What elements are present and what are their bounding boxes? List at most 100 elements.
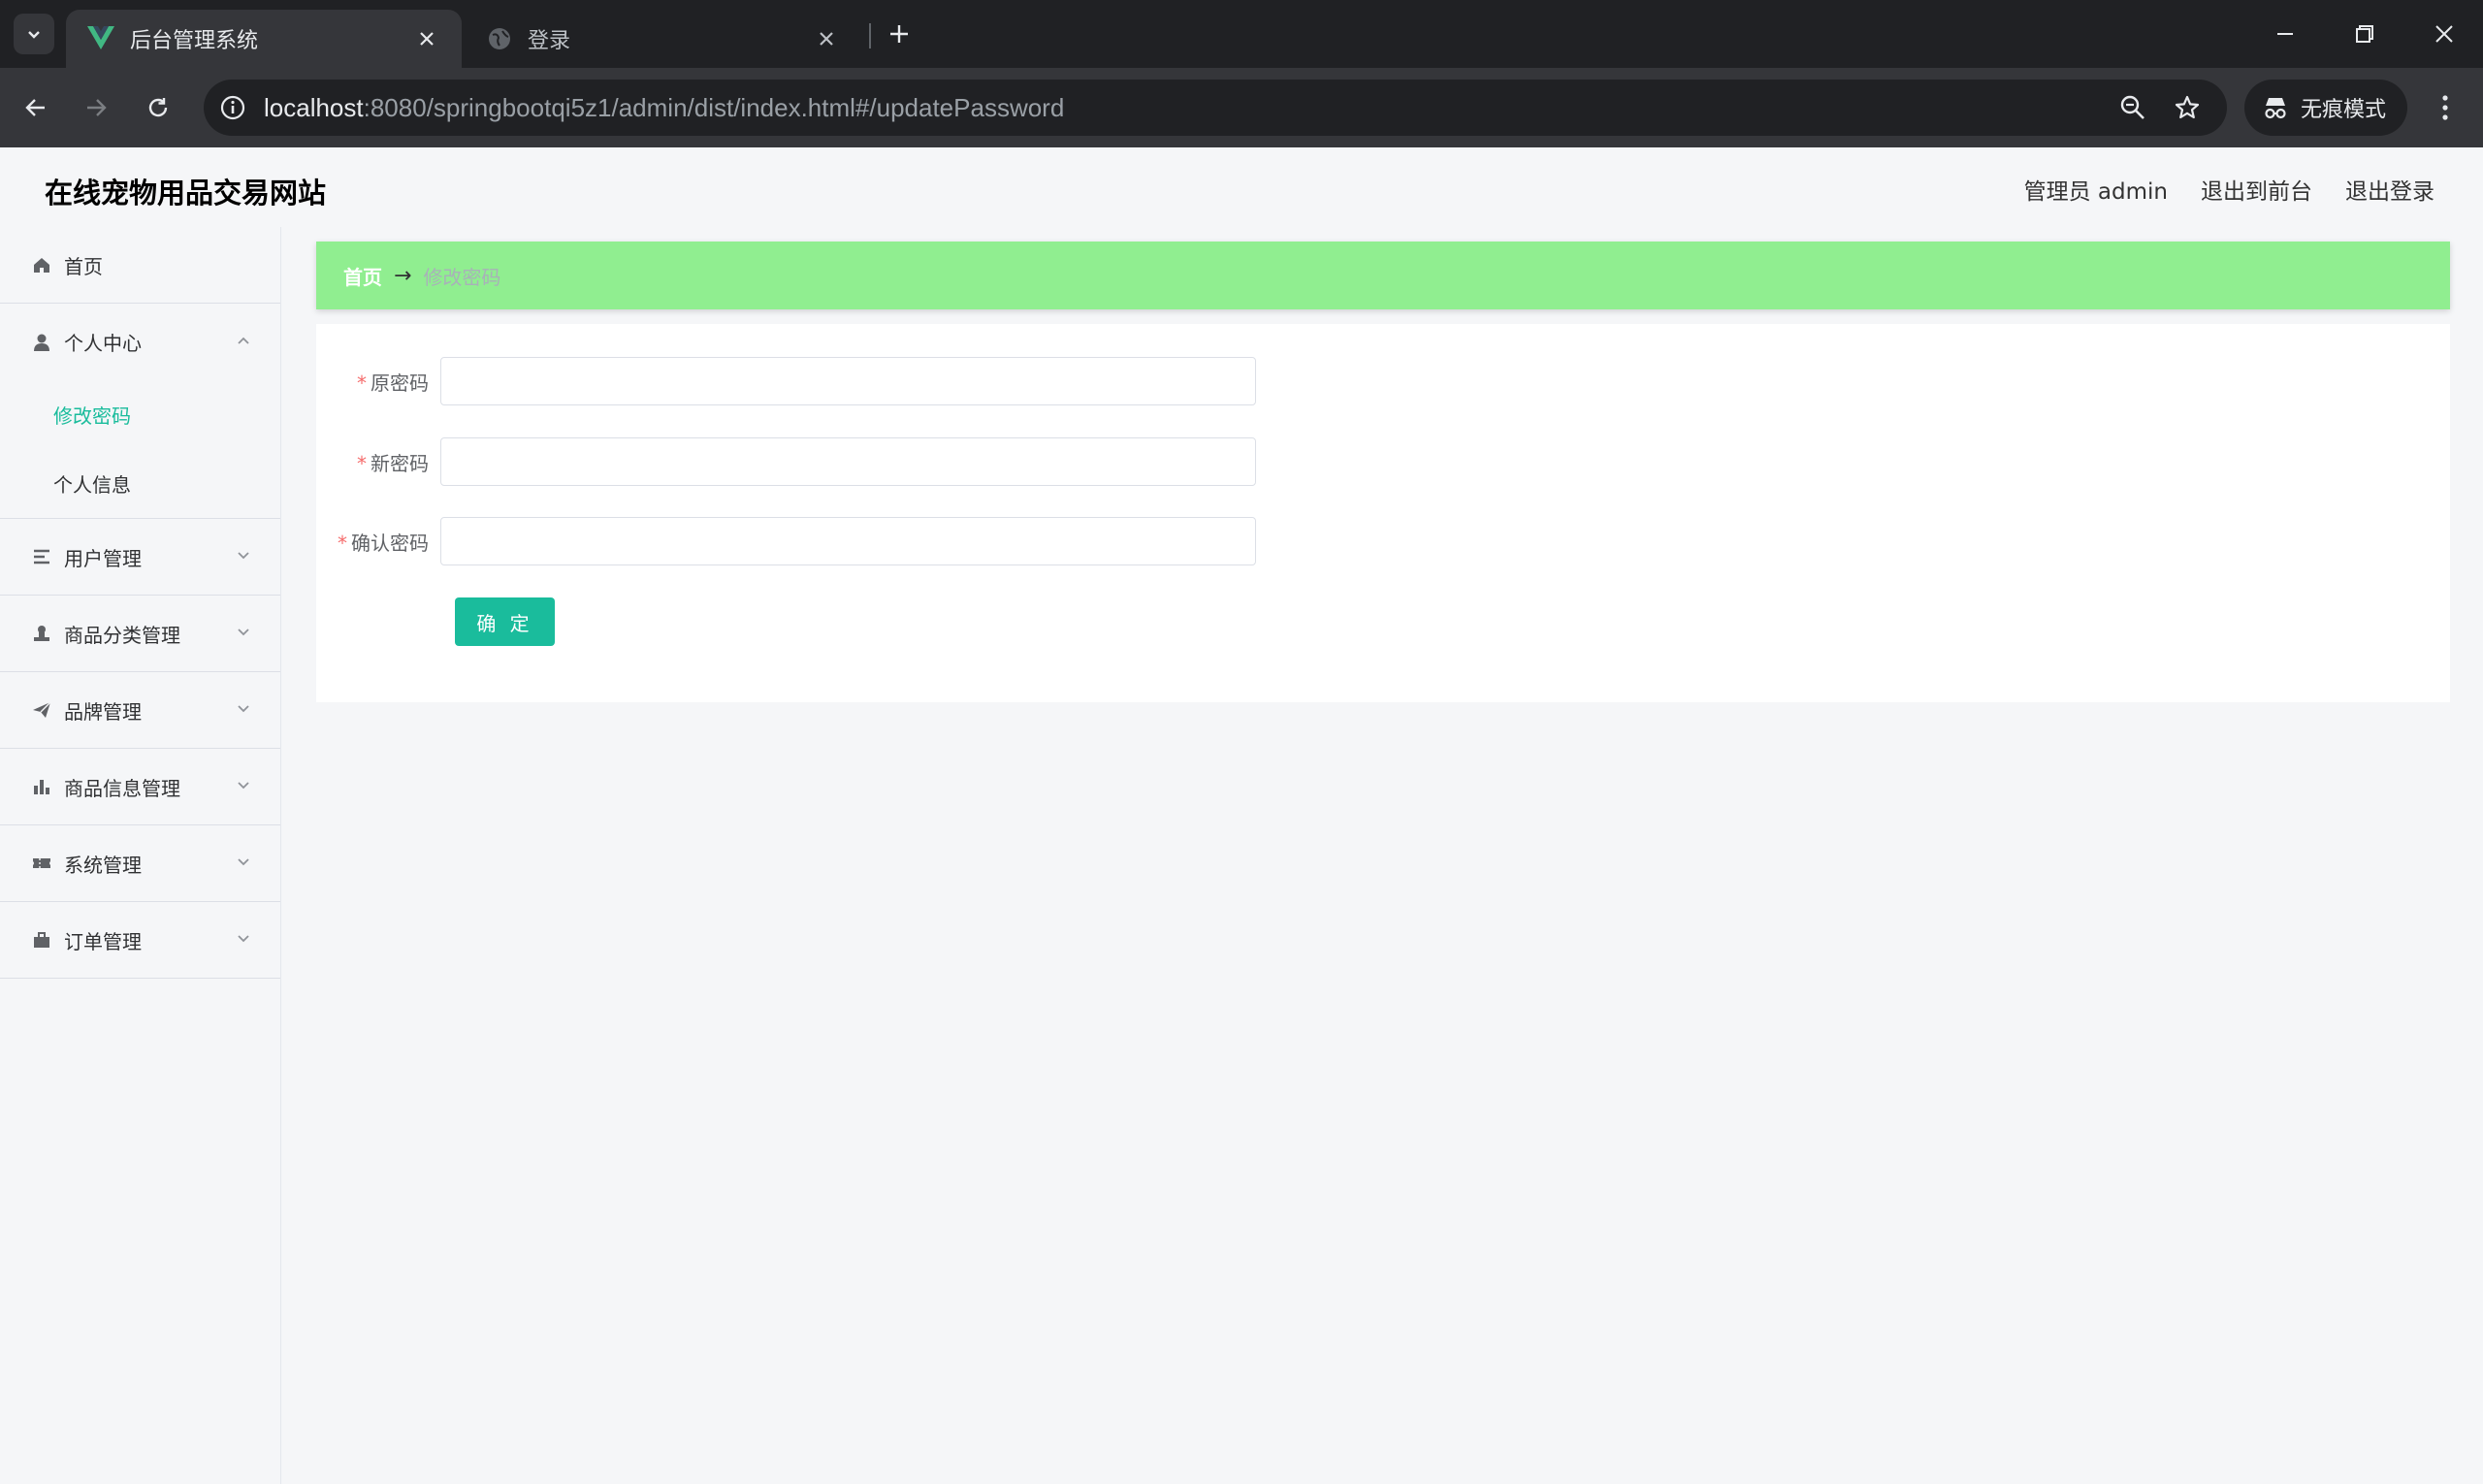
admin-user-label: 管理员 admin <box>2023 179 2168 205</box>
required-mark: * <box>357 451 367 475</box>
minimize-icon <box>2277 33 2293 35</box>
chevron-down-icon <box>238 705 249 713</box>
confirm-password-input[interactable] <box>440 517 1256 565</box>
sidebar-item-home[interactable]: 首页 <box>0 227 280 304</box>
label-text: 新密码 <box>371 451 429 475</box>
page: 在线宠物用品交易网站 管理员 admin 退出到前台 退出登录 首页 个人中心 … <box>0 147 2483 1484</box>
tab-title: 登录 <box>528 29 571 53</box>
old-password-input[interactable] <box>440 357 1256 405</box>
sidebar-menu: 首页 个人中心 修改密码 个人信息 用户管理 商品分类管理 品牌管理 商品信息管… <box>0 227 281 1484</box>
restore-icon <box>2356 25 2373 43</box>
sidebar-item-label: 用户管理 <box>64 546 142 570</box>
address-bar[interactable]: localhost:8080/springbootqi5z1/admin/dis… <box>204 80 2227 136</box>
sidebar-item-system-management[interactable]: 系统管理 <box>0 825 280 902</box>
chevron-down-icon <box>28 31 40 39</box>
chevron-down-icon <box>238 782 249 790</box>
close-window-button[interactable] <box>2415 10 2473 58</box>
chevron-up-icon <box>238 337 249 344</box>
required-mark: * <box>338 531 347 555</box>
plus-icon <box>890 25 908 43</box>
new-password-input[interactable] <box>440 437 1256 486</box>
breadcrumb-current: 修改密码 <box>423 265 501 289</box>
bar-chart-icon <box>31 776 52 797</box>
label-text: 确认密码 <box>351 531 429 555</box>
list-icon <box>31 546 52 567</box>
vue-logo-icon <box>87 26 114 49</box>
new-password-label: * 新密码 <box>316 448 440 476</box>
incognito-indicator[interactable]: 无痕模式 <box>2244 80 2407 136</box>
sidebar-item-change-password[interactable]: 修改密码 <box>0 380 280 449</box>
sidebar-item-label: 品牌管理 <box>64 699 142 724</box>
sidebar-item-label: 订单管理 <box>64 929 142 953</box>
bookmark-star-icon[interactable] <box>2171 91 2204 124</box>
change-password-form: * 原密码 * 新密码 * 确认密码 确 定 <box>316 324 2450 702</box>
label-text: 原密码 <box>371 371 429 395</box>
tab-separator <box>869 23 871 48</box>
tab-admin[interactable]: 后台管理系统 <box>66 10 462 68</box>
reload-button[interactable] <box>138 87 178 128</box>
new-tab-button[interactable] <box>881 16 918 52</box>
reload-icon <box>148 98 168 117</box>
sidebar-item-label: 首页 <box>64 254 103 278</box>
chevron-down-icon <box>238 629 249 636</box>
exit-to-front-link[interactable]: 退出到前台 <box>2201 173 2312 206</box>
incognito-label: 无痕模式 <box>2301 98 2387 122</box>
sidebar-item-product-management[interactable]: 商品信息管理 <box>0 749 280 825</box>
logout-link[interactable]: 退出登录 <box>2345 173 2435 206</box>
tab-title: 后台管理系统 <box>130 29 259 53</box>
briefcase-icon <box>31 929 52 951</box>
sidebar-item-personal-center[interactable]: 个人中心 <box>0 304 280 380</box>
incognito-icon <box>2265 98 2286 119</box>
url-path: :8080/springbootqi5z1/admin/dist/index.h… <box>363 92 1065 122</box>
sidebar-item-label: 个人中心 <box>64 332 142 355</box>
globe-icon <box>489 28 510 49</box>
paper-plane-icon <box>31 699 52 721</box>
required-mark: * <box>357 371 367 395</box>
old-password-row: * 原密码 <box>316 357 1286 405</box>
close-tab-icon[interactable] <box>413 25 440 52</box>
personal-center-submenu: 修改密码 个人信息 <box>0 380 280 519</box>
header-actions: 管理员 admin 退出到前台 退出登录 <box>2024 173 2435 206</box>
ticket-icon <box>31 853 52 874</box>
user-icon <box>31 332 52 353</box>
sidebar-item-label: 商品分类管理 <box>64 623 180 647</box>
sidebar-item-brand-management[interactable]: 品牌管理 <box>0 672 280 749</box>
site-title: 在线宠物用品交易网站 <box>45 177 327 210</box>
confirm-password-label: * 确认密码 <box>316 528 440 556</box>
new-password-row: * 新密码 <box>316 437 1286 486</box>
site-info-icon[interactable] <box>217 92 248 123</box>
sidebar-item-order-management[interactable]: 订单管理 <box>0 902 280 979</box>
breadcrumb-separator: → <box>394 263 412 288</box>
zoom-icon[interactable] <box>2116 91 2149 124</box>
close-icon <box>2435 25 2453 43</box>
app-header: 在线宠物用品交易网站 管理员 admin 退出到前台 退出登录 <box>0 147 2483 227</box>
sidebar-item-category-management[interactable]: 商品分类管理 <box>0 596 280 672</box>
chevron-down-icon <box>238 858 249 866</box>
browser-menu-button[interactable] <box>2429 87 2462 128</box>
chevron-down-icon <box>238 935 249 943</box>
sidebar-item-label: 系统管理 <box>64 853 142 877</box>
chevron-down-icon <box>238 552 249 560</box>
home-icon <box>31 254 52 275</box>
breadcrumb-home-link[interactable]: 首页 <box>343 262 382 290</box>
back-button[interactable] <box>16 87 56 128</box>
tab-list-button[interactable] <box>14 14 54 54</box>
minimize-button[interactable] <box>2256 10 2314 58</box>
url-text: localhost:8080/springbootqi5z1/admin/dis… <box>264 93 1064 123</box>
user-stamp-icon <box>31 623 52 644</box>
browser-tab-bar: 后台管理系统 登录 <box>0 0 2483 68</box>
browser-toolbar: localhost:8080/springbootqi5z1/admin/dis… <box>0 68 2483 147</box>
arrow-left-icon <box>25 99 45 116</box>
sidebar-item-user-management[interactable]: 用户管理 <box>0 519 280 596</box>
sidebar-item-label: 商品信息管理 <box>64 776 180 800</box>
more-vertical-icon <box>2442 95 2448 120</box>
sidebar-item-personal-info[interactable]: 个人信息 <box>0 449 280 518</box>
confirm-button[interactable]: 确 定 <box>455 597 555 646</box>
tab-login[interactable]: 登录 <box>466 10 861 68</box>
confirm-password-row: * 确认密码 <box>316 517 1286 565</box>
breadcrumb: 首页 → 修改密码 <box>316 242 2450 309</box>
close-tab-icon[interactable] <box>813 25 840 52</box>
forward-button[interactable] <box>76 87 116 128</box>
old-password-label: * 原密码 <box>316 368 440 396</box>
restore-button[interactable] <box>2336 10 2394 58</box>
